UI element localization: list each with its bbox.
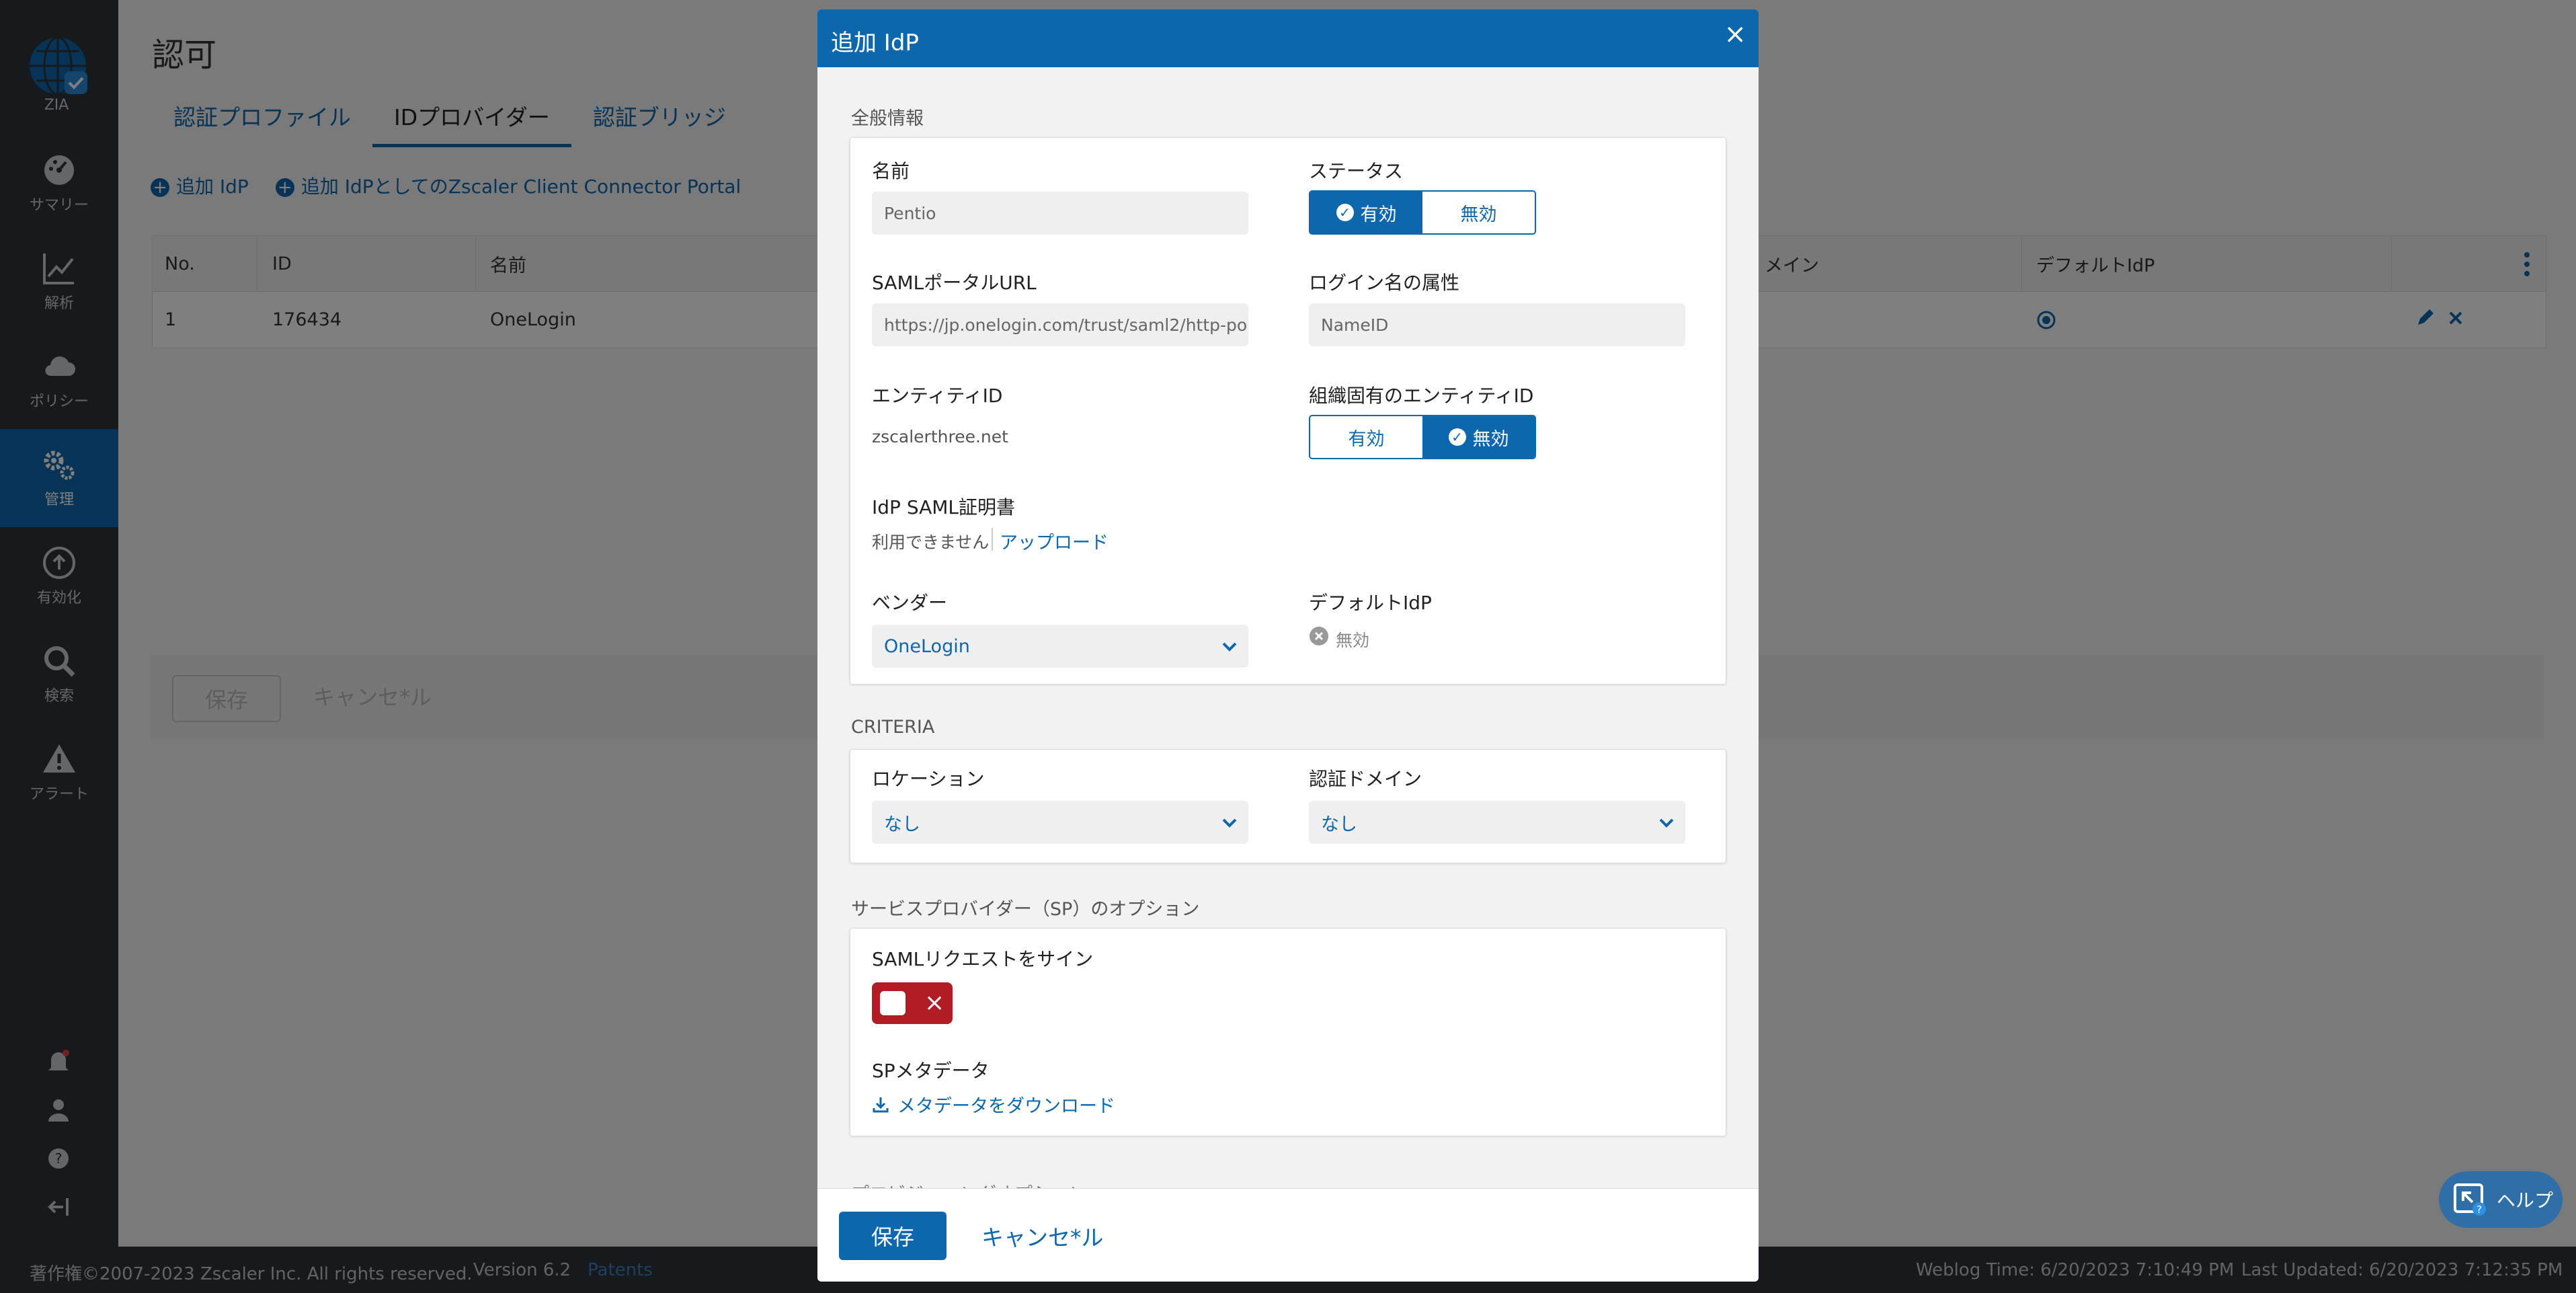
toggle-off-icon: × [924,989,945,1017]
save-button[interactable]: 保存 [839,1212,947,1260]
auth-domain-select[interactable]: なし [1309,801,1685,844]
download-icon [873,1097,889,1112]
cert-unavailable-text: 利用できません [872,533,990,552]
default-idp-value: 無効 [1336,631,1370,650]
svg-text:?: ? [2477,1204,2482,1216]
saml-url-field[interactable]: https://jp.onelogin.com/trust/saml2/http… [872,303,1248,346]
status-disabled-option[interactable]: 無効 [1422,192,1535,233]
general-card: 名前 Pentio ステータス ✓ 有効 無効 SAMLポータルURL https… [850,137,1726,684]
auth-domain-value: なし [1321,814,1357,835]
status-enabled-option[interactable]: ✓ 有効 [1310,192,1422,233]
chevron-down-icon [1222,818,1237,828]
toggle-knob [880,991,905,1015]
location-label: ロケーション [872,768,985,790]
entity-id-label: エンティティID [872,385,1003,407]
org-entity-toggle: 有効 ✓ 無効 [1309,415,1536,459]
sign-saml-toggle[interactable]: × [872,982,953,1024]
org-disabled-option[interactable]: ✓ 無効 [1422,416,1535,458]
help-widget-icon: ? [2454,1183,2486,1216]
dialog-footer: 保存 キャンセ*ル [817,1188,1759,1282]
disabled-x-icon [1310,627,1328,645]
saml-url-label: SAMLポータルURL [872,272,1037,294]
login-attr-label: ログイン名の属性 [1309,272,1460,294]
section-sp-options: サービスプロバイダー（SP）のオプション [851,899,1200,920]
org-entity-label: 組織固有のエンティティID [1309,385,1534,407]
chevron-down-icon [1659,818,1674,828]
help-label: ヘルプ [2497,1189,2554,1212]
section-criteria: CRITERIA [851,717,935,738]
status-toggle: ✓ 有効 無効 [1309,190,1536,235]
sign-saml-label: SAMLリクエストをサイン [872,948,1094,970]
sp-metadata-label: SPメタデータ [872,1060,990,1082]
entity-id-value: zscalerthree.net [872,427,1008,446]
help-widget-button[interactable]: ? ヘルプ [2439,1171,2563,1228]
login-attr-field[interactable]: NameID [1309,303,1685,346]
vendor-select[interactable]: OneLogin [872,625,1248,668]
location-value: なし [884,814,920,835]
close-icon[interactable]: × [1724,19,1746,50]
sp-options-card: SAMLリクエストをサイン × SPメタデータ メタデータをダウンロード [850,928,1726,1136]
chevron-down-icon [1222,642,1237,652]
status-label: ステータス [1309,160,1404,182]
cert-upload-link[interactable]: アップロード [1000,528,1109,554]
add-idp-dialog: 追加 IdP × 全般情報 名前 Pentio ステータス ✓ 有効 無効 SAM… [817,9,1759,1282]
name-label: 名前 [872,160,910,182]
default-idp-label: デフォルトIdP [1309,592,1432,614]
check-icon: ✓ [1336,204,1354,221]
org-disabled-label: 無効 [1472,428,1509,450]
org-enabled-option[interactable]: 有効 [1310,416,1422,458]
auth-domain-label: 認証ドメイン [1309,768,1422,790]
section-general: 全般情報 [851,108,924,129]
cancel-button[interactable]: キャンセ*ル [981,1220,1104,1252]
download-metadata-link[interactable]: メタデータをダウンロード [872,1091,1115,1118]
status-enabled-label: 有効 [1360,204,1397,225]
vendor-label: ベンダー [872,592,948,614]
check-icon: ✓ [1448,428,1466,446]
cert-divider [992,528,993,551]
download-metadata-label: メタデータをダウンロード [897,1096,1115,1117]
vendor-value: OneLogin [884,635,970,657]
cert-label: IdP SAML証明書 [872,496,1016,518]
criteria-card: ロケーション なし 認証ドメイン なし [850,749,1726,863]
name-field[interactable]: Pentio [872,192,1248,235]
location-select[interactable]: なし [872,801,1248,844]
dialog-header: 追加 IdP × [817,9,1759,67]
dialog-title: 追加 IdP [831,30,919,56]
